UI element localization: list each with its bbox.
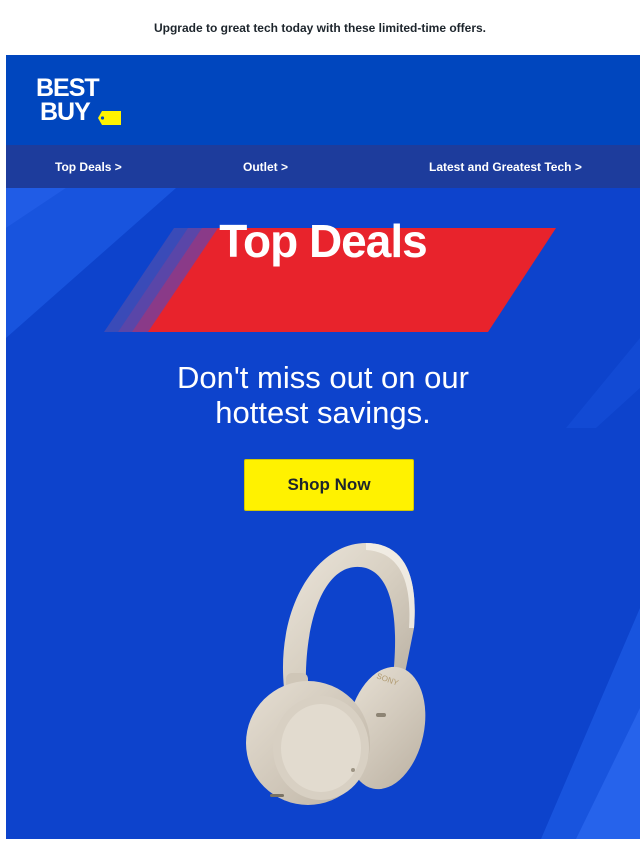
nav-outlet[interactable]: Outlet >: [243, 160, 288, 174]
best-buy-logo[interactable]: BEST BUY: [34, 75, 124, 127]
nav-top-deals[interactable]: Top Deals >: [55, 160, 122, 174]
logo-text-buy: BUY: [40, 98, 91, 126]
headline-line-1: Don't miss out on our: [177, 360, 469, 395]
hero-headline: Don't miss out on our hottest savings.: [6, 360, 640, 430]
headline-line-2: hottest savings.: [215, 395, 431, 430]
banner-title: Top Deals: [219, 215, 427, 267]
header: BEST BUY: [6, 55, 640, 145]
nav-latest-tech[interactable]: Latest and Greatest Tech >: [429, 160, 582, 174]
nav-bar: Top Deals > Outlet > Latest and Greatest…: [6, 145, 640, 188]
preheader-text: Upgrade to great tech today with these l…: [153, 20, 487, 35]
shop-now-button[interactable]: Shop Now: [244, 459, 414, 511]
headphones-image[interactable]: SONY: [226, 538, 436, 813]
hero-section[interactable]: Top Deals Don't miss out on our hottest …: [6, 188, 640, 839]
email-body: BEST BUY Top Deals > Outlet > Latest and…: [6, 55, 640, 839]
